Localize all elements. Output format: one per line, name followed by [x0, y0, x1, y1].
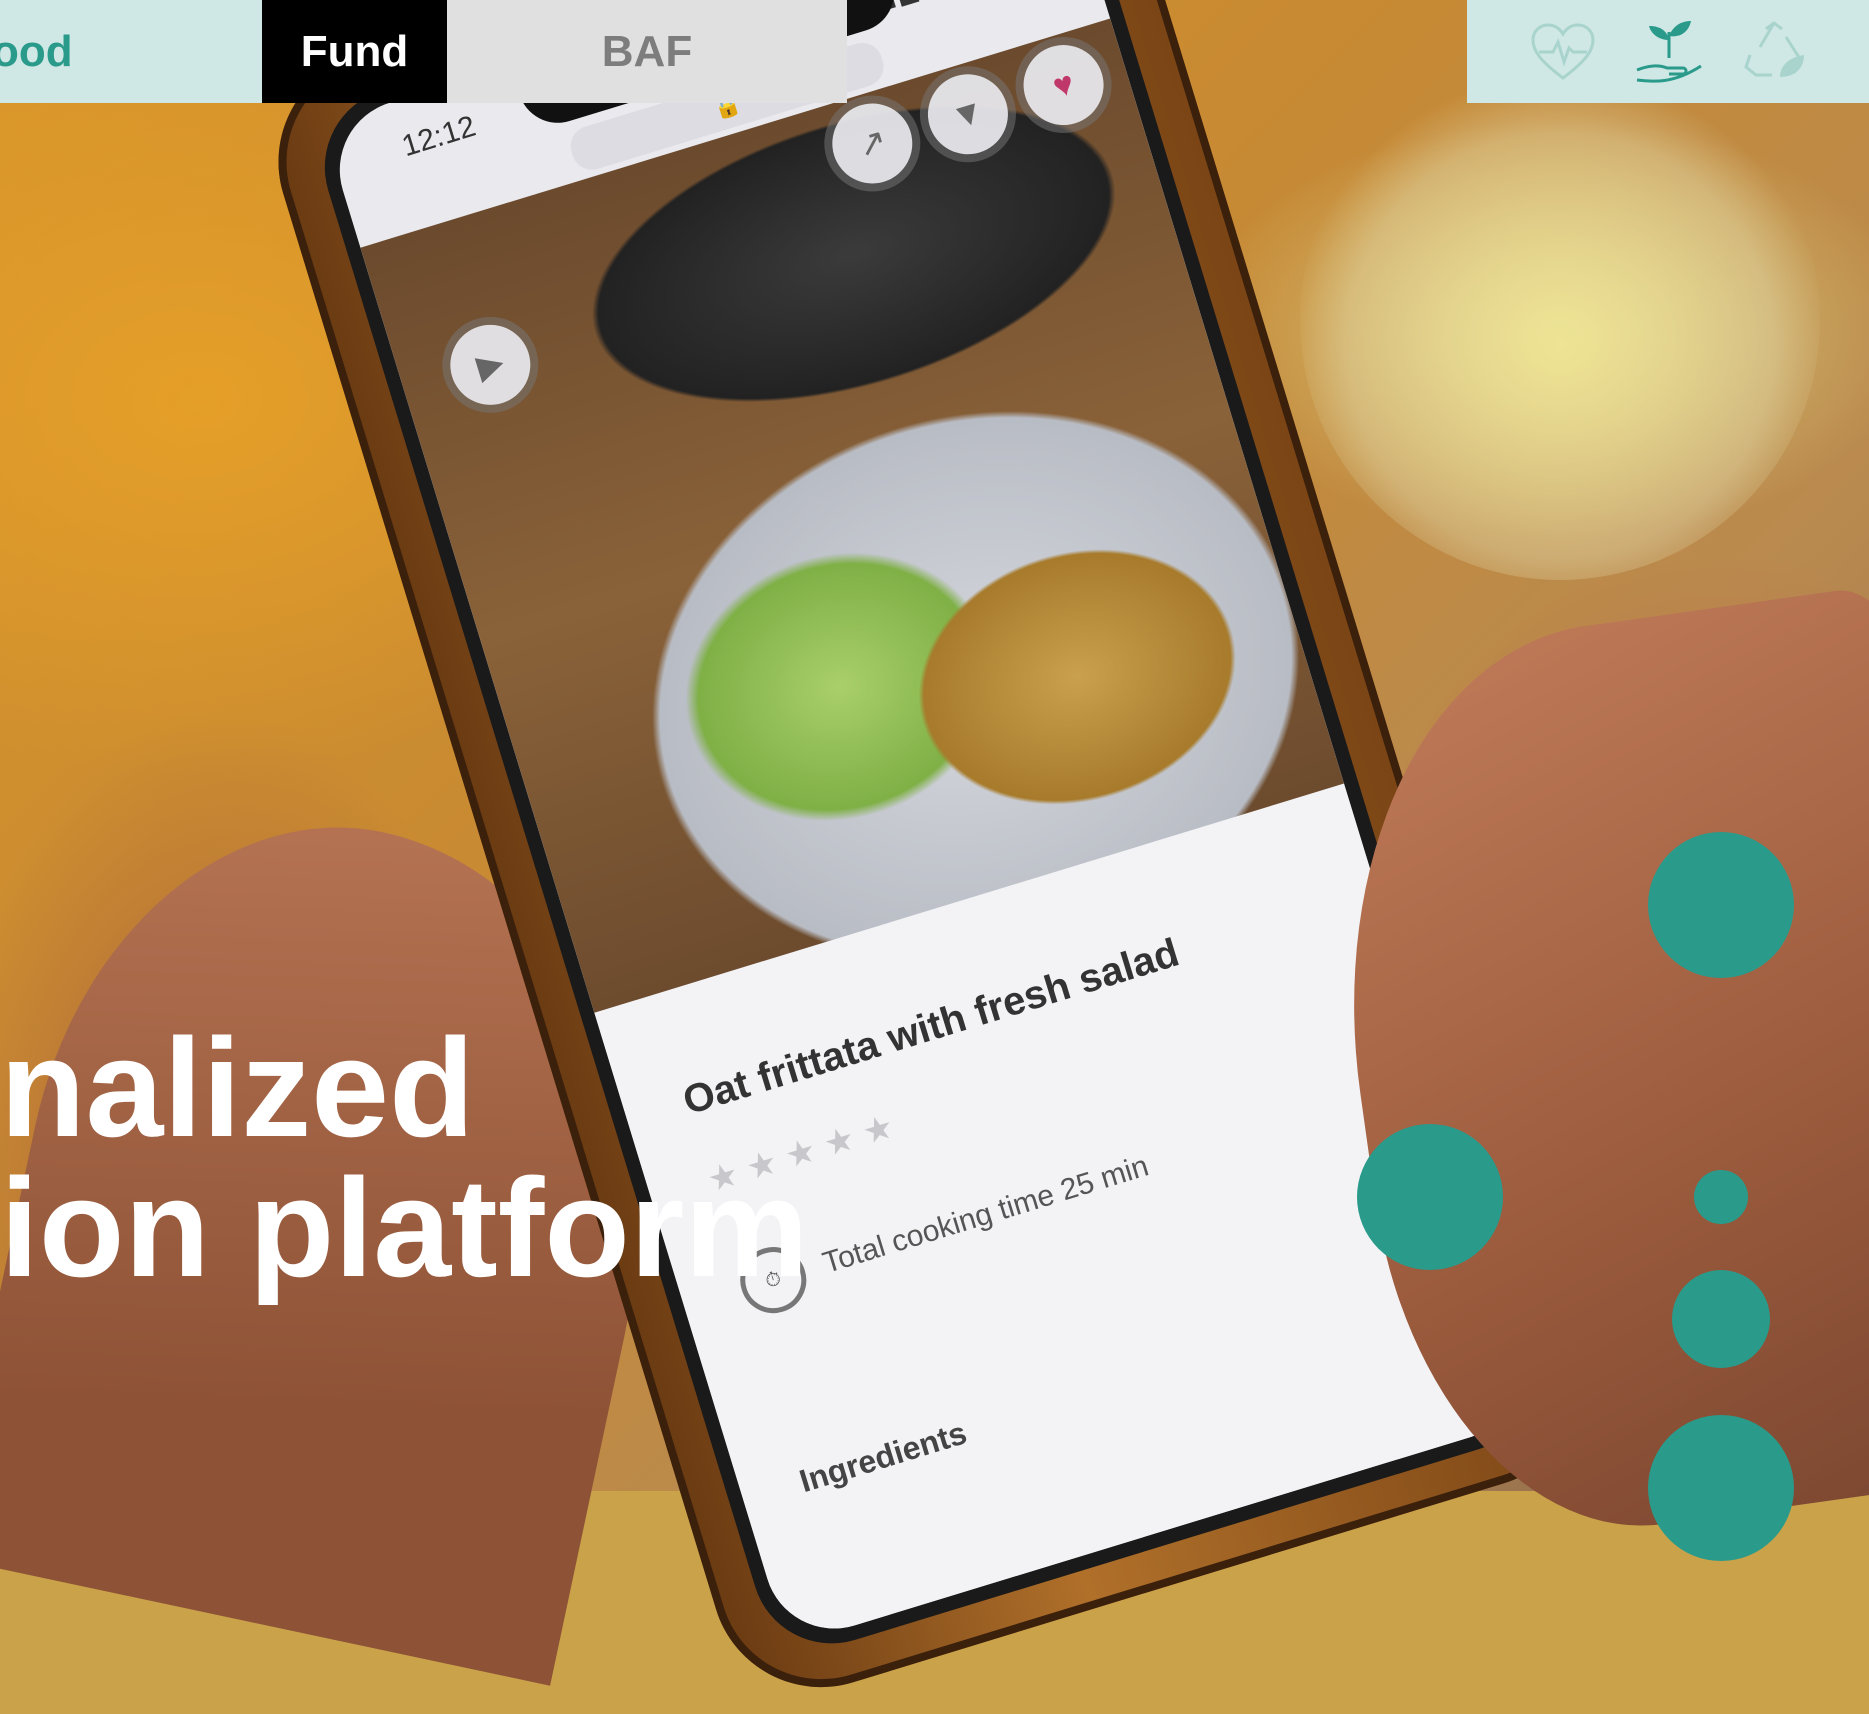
decorative-dot	[1648, 1415, 1794, 1561]
decorative-dot	[1648, 832, 1794, 978]
hero-headline-line-2: ion platform	[0, 1149, 809, 1306]
background-glass-bowl	[1300, 60, 1820, 580]
cooking-time-text: Total cooking time 25 min	[819, 1149, 1153, 1280]
decorative-dot	[1357, 1124, 1503, 1270]
ingredients-heading: Ingredients	[795, 1414, 971, 1500]
nav-icon-group	[1467, 0, 1869, 103]
nav-tab-baf[interactable]: BAF	[447, 0, 847, 103]
hero-headline-line-1: nalized	[0, 1009, 475, 1166]
cooking-time-row: ⏱ Total cooking time 25 min	[732, 1064, 1386, 1322]
heart-pulse-icon[interactable]	[1527, 16, 1599, 88]
nav-tab-fund[interactable]: Fund	[262, 0, 447, 103]
phone-status-time: 12:12	[398, 109, 480, 164]
decorative-dot	[1672, 1270, 1770, 1368]
nav-brand-tab[interactable]: ood	[0, 0, 262, 103]
hero-headline: nalized ion platform	[0, 1018, 809, 1298]
nav-brand-label: ood	[0, 26, 73, 76]
plant-hand-icon[interactable]	[1633, 16, 1705, 88]
recycle-leaf-icon[interactable]	[1739, 16, 1811, 88]
decorative-dot	[1694, 1170, 1748, 1224]
